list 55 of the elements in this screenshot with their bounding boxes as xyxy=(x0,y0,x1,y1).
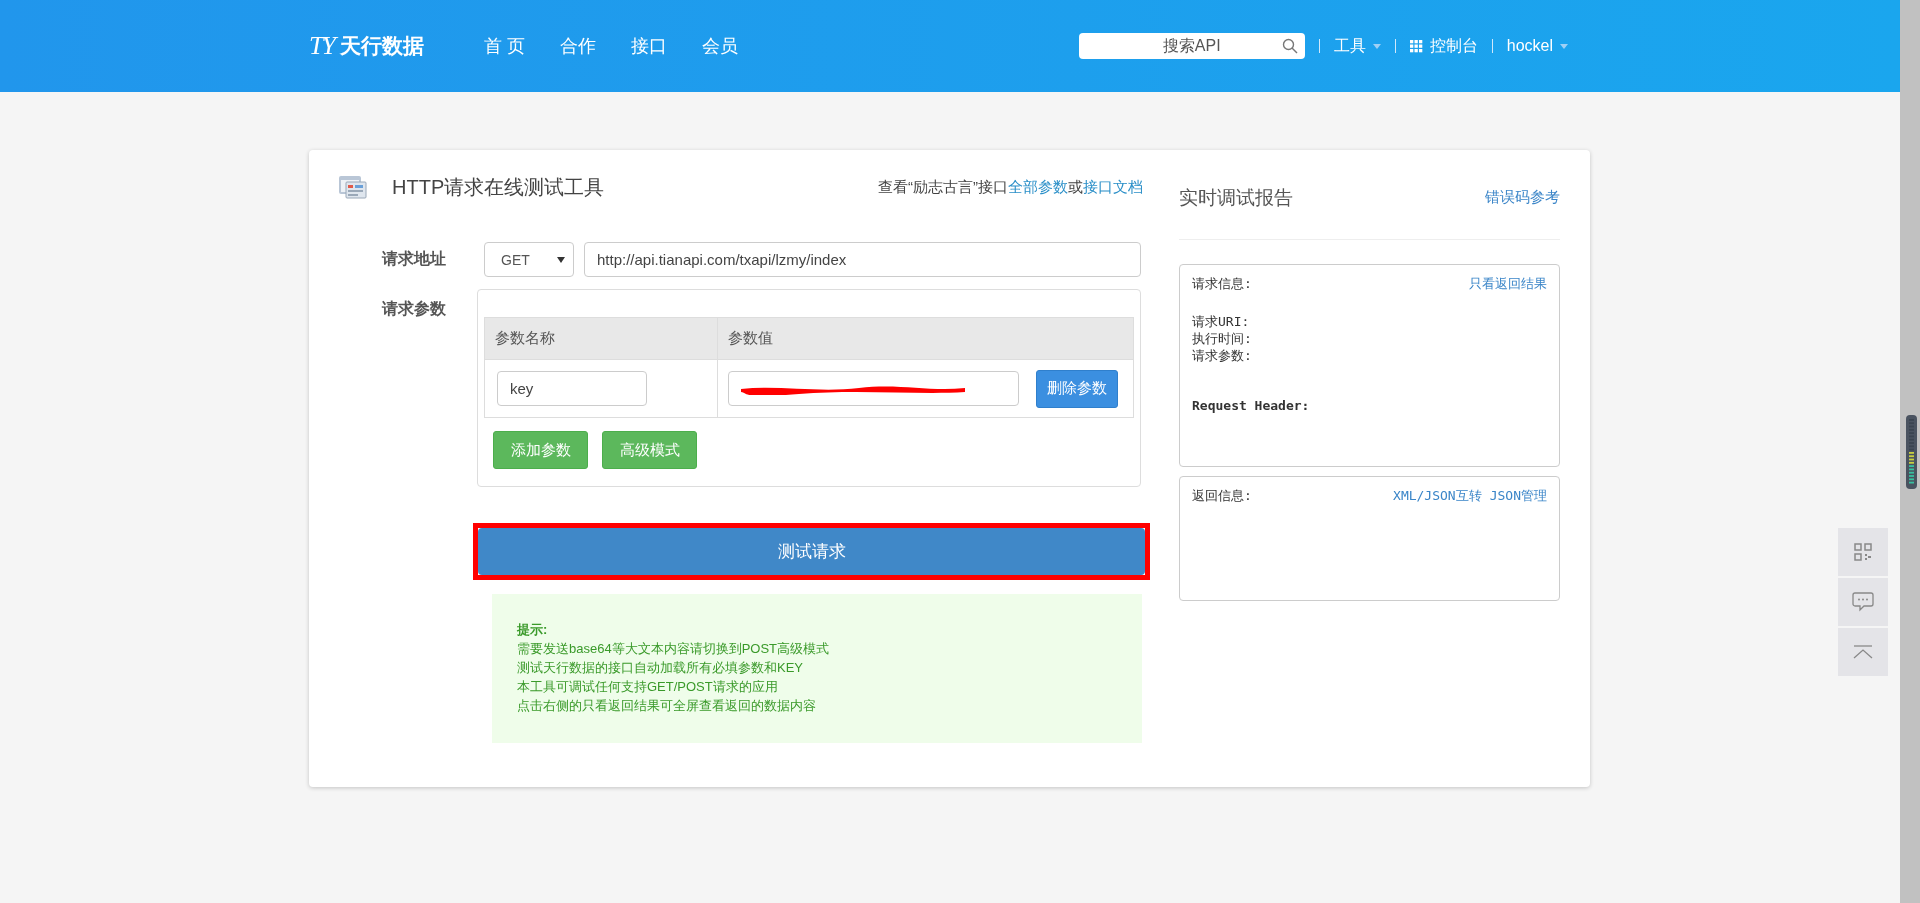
url-input[interactable]: http://api.tianapi.com/txapi/lzmy/index xyxy=(584,242,1141,277)
advanced-mode-button[interactable]: 高级模式 xyxy=(602,431,697,469)
column-header: 参数值 xyxy=(727,329,774,348)
scrollbar[interactable] xyxy=(1900,0,1920,903)
add-param-button[interactable]: 添加参数 xyxy=(493,431,588,469)
qr-code-icon xyxy=(1854,543,1872,561)
tip-text: 点击右侧的只看返回结果可全屏查看返回的数据内容 xyxy=(517,697,817,715)
back-to-top-icon xyxy=(1853,645,1873,659)
column-header: 参数名称 xyxy=(485,318,718,359)
search-field[interactable]: 搜索API xyxy=(1078,33,1305,59)
tip-text: 需要发送base64等大文本内容请切换到POST高级模式 xyxy=(517,640,831,658)
submit-button[interactable]: 测试请求 xyxy=(478,528,1145,575)
delete-button[interactable]: 删除参数 xyxy=(1036,369,1118,408)
tips-title: 提示: xyxy=(517,621,549,639)
tool-link[interactable]: XML/JSON互转 xyxy=(1393,487,1482,505)
chat-icon xyxy=(1852,592,1874,612)
tool-title: HTTP请求在线测试工具 xyxy=(392,174,605,200)
caret-icon xyxy=(1560,43,1568,49)
tip-text: 本工具可调试任何支持GET/POST请求的应用 xyxy=(517,678,779,696)
console-link[interactable]: 控制台 xyxy=(1409,35,1478,57)
window-icon xyxy=(338,174,368,200)
info-label: 返回信息: xyxy=(1192,487,1252,505)
chat-button[interactable] xyxy=(1838,578,1888,626)
field-label: 请求地址 xyxy=(382,249,447,269)
report-title: 实时调试报告 xyxy=(1179,185,1293,210)
nav-link[interactable]: 首 页 xyxy=(483,34,525,58)
nav-link[interactable]: 接口 xyxy=(630,34,667,58)
info-label: 执行时间: xyxy=(1192,330,1253,347)
logo-text[interactable]: 天行数据 xyxy=(339,32,424,60)
error-code-link[interactable]: 错误码参考 xyxy=(1485,188,1560,207)
method-select[interactable]: GET xyxy=(484,242,574,277)
back-to-top-button[interactable] xyxy=(1838,628,1888,676)
name-input[interactable]: key xyxy=(497,371,647,406)
info-label: 请求URI: xyxy=(1192,313,1251,330)
caret-icon xyxy=(1372,43,1381,49)
info-label: Request Header: xyxy=(1192,398,1311,413)
doc-text: 查看“励志古言”接口 xyxy=(878,177,1008,195)
field-label: 请求参数 xyxy=(382,299,447,319)
doc-link[interactable]: 接口文档 xyxy=(1083,177,1143,195)
info-label: 请求参数: xyxy=(1192,347,1253,364)
user-menu[interactable]: hockel xyxy=(1506,37,1568,55)
tools-menu[interactable]: 工具 xyxy=(1333,35,1381,57)
qr-code-button[interactable] xyxy=(1838,528,1888,576)
doc-text: 或 xyxy=(1068,177,1083,195)
nav-link[interactable]: 合作 xyxy=(559,34,596,58)
info-label: 请求信息: xyxy=(1192,275,1252,293)
value-input[interactable] xyxy=(728,371,1019,406)
params-link[interactable]: 全部参数 xyxy=(1008,177,1068,195)
tool-link[interactable]: JSON管理 xyxy=(1489,487,1547,505)
nav-link[interactable]: 会员 xyxy=(701,34,738,58)
tip-text: 测试天行数据的接口自动加载所有必填参数和KEY xyxy=(517,659,804,677)
caret-icon xyxy=(557,256,565,263)
search-icon xyxy=(1281,38,1298,54)
result-only-link[interactable]: 只看返回结果 xyxy=(1469,275,1547,293)
grid-icon xyxy=(1409,39,1423,53)
